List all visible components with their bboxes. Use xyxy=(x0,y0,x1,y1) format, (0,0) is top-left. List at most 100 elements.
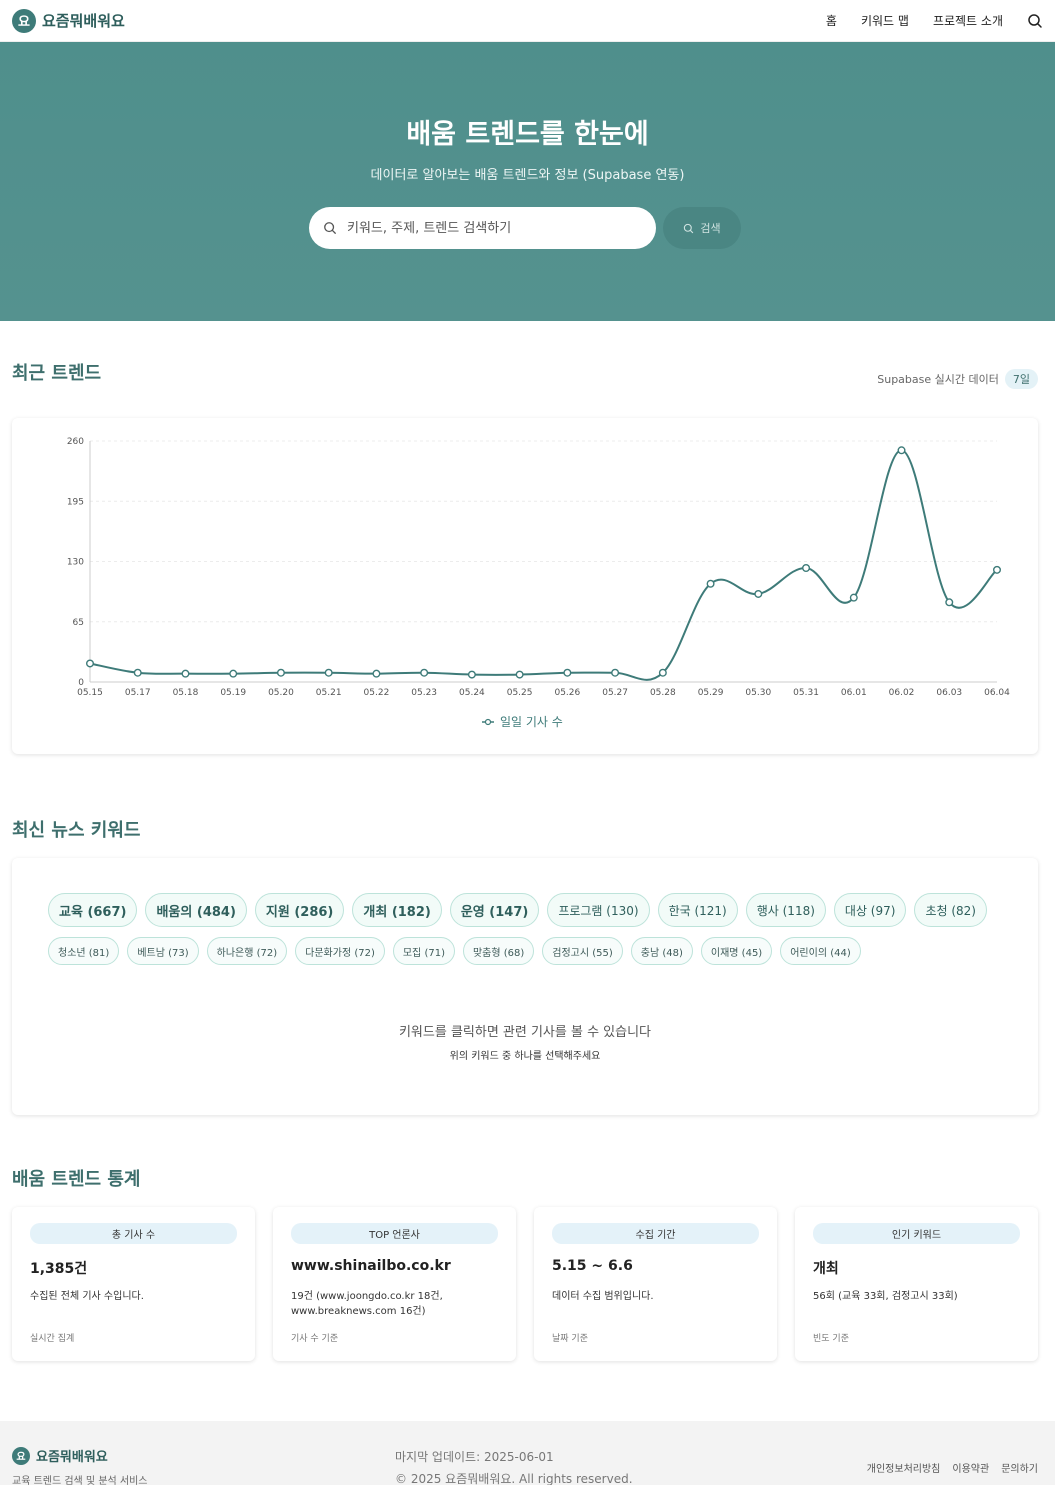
footer-brand-name: 요즘뭐배워요 xyxy=(36,1450,108,1465)
search-icon xyxy=(684,223,694,233)
trend-chart-card: 0 65 130 195 260 05.15 05.17 05.18 05.19 05.20 05.… xyxy=(12,418,1038,754)
stat-description: 19건 (www.joongdo.co.kr 18건, www.breaknew… xyxy=(291,1291,443,1317)
x-tick-label: 05.23 xyxy=(411,688,437,698)
trend-meta: Supabase 실시간 데이터 7일 xyxy=(877,369,1038,389)
data-point xyxy=(515,670,524,679)
data-point xyxy=(276,668,285,677)
data-point xyxy=(706,579,715,588)
y-tick-label: 65 xyxy=(73,618,84,628)
keyword-chip[interactable]: 다문화가정 (72) xyxy=(295,937,385,965)
footer: 요 요즘뭐배워요 교육 트렌드 검색 및 분석 서비스 마지막 업데이트: 20… xyxy=(0,1421,1055,1485)
keyword-chip[interactable]: 이재명 (45) xyxy=(700,937,773,965)
data-point xyxy=(133,668,142,677)
trend-section-title: 최근 트렌드 xyxy=(12,363,102,384)
footer-copyright: © 2025 요즘뭐배워요. All rights reserved. xyxy=(395,1472,633,1485)
nav-keyword-map-link[interactable]: 키워드 맵 xyxy=(861,12,909,29)
search-input[interactable] xyxy=(347,220,627,236)
x-tick-label: 05.26 xyxy=(554,688,580,698)
keyword-chip[interactable]: 충남 (48) xyxy=(630,937,693,965)
stat-label: 인기 키워드 xyxy=(813,1223,1020,1244)
stat-label: 수집 기간 xyxy=(552,1223,759,1244)
series-line xyxy=(89,449,998,681)
y-tick-label: 195 xyxy=(67,497,84,507)
data-point xyxy=(467,670,476,679)
legend-label: 일일 기사 수 xyxy=(500,715,563,729)
keyword-chip[interactable]: 개최 (182) xyxy=(352,893,442,927)
stat-label: 총 기사 수 xyxy=(30,1223,237,1244)
keyword-chip[interactable]: 베트남 (73) xyxy=(127,937,199,965)
stat-card-collection-period: 수집 기간 5.15 ~ 6.6 데이터 수집 범위입니다. 날짜 기준 xyxy=(534,1207,777,1361)
keyword-chip[interactable]: 어린이의 (44) xyxy=(780,937,861,965)
stat-label: TOP 언론사 xyxy=(291,1223,498,1244)
keyword-chip[interactable]: 프로그램 (130) xyxy=(547,893,650,927)
stat-value: 개최 xyxy=(813,1261,839,1277)
keyword-chip[interactable]: 운영 (147) xyxy=(449,893,540,927)
footer-brand[interactable]: 요 요즘뭐배워요 xyxy=(12,1446,108,1465)
stat-value: www.shinailbo.co.kr xyxy=(291,1258,451,1274)
keyword-chip[interactable]: 지원 (286) xyxy=(254,893,345,927)
data-point xyxy=(229,669,238,678)
data-point xyxy=(324,668,333,677)
keyword-chip[interactable]: 교육 (667) xyxy=(48,893,138,927)
keyword-chip[interactable]: 행사 (118) xyxy=(745,893,826,927)
x-tick-label: 06.01 xyxy=(841,688,867,698)
footer-logo-icon: 요 xyxy=(12,1446,30,1465)
search-button[interactable]: 검색 xyxy=(663,207,741,249)
brand-logo-icon: 요 xyxy=(12,8,36,33)
y-tick-label: 130 xyxy=(67,558,84,568)
keyword-chip[interactable]: 대상 (97) xyxy=(833,893,907,927)
x-tick-label: 05.22 xyxy=(364,688,390,698)
keyword-hint-main: 키워드를 클릭하면 관련 기사를 볼 수 있습니다 xyxy=(398,1025,652,1040)
x-tick-label: 05.30 xyxy=(745,688,771,698)
y-tick-label: 260 xyxy=(67,437,84,447)
footer-contact-link[interactable]: 문의하기 xyxy=(1001,1460,1038,1475)
keyword-chip[interactable]: 초청 (82) xyxy=(914,893,987,927)
data-point xyxy=(993,565,1002,574)
stat-footnote: 날짜 기준 xyxy=(552,1334,588,1344)
hero-banner: 배움 트렌드를 한눈에 데이터로 알아보는 배움 트렌드와 정보 (Supaba… xyxy=(0,42,1055,321)
brand-name: 요즘뭐배워요 xyxy=(42,12,125,30)
x-tick-label: 05.28 xyxy=(650,688,676,698)
data-point xyxy=(372,669,381,678)
data-point xyxy=(945,598,954,607)
keyword-row-secondary: 청소년 (81) 베트남 (73) 하나은행 (72) 다문화가정 (72) 모집 (7… xyxy=(48,937,861,965)
data-point xyxy=(85,659,94,668)
stat-card-top-publisher: TOP 언론사 www.shinailbo.co.kr 19건 (www.joo… xyxy=(273,1207,516,1361)
stat-value: 1,385건 xyxy=(30,1261,88,1277)
trend-period-badge[interactable]: 7일 xyxy=(1004,369,1038,389)
search-box xyxy=(309,207,656,249)
data-point xyxy=(611,668,620,677)
keyword-chip[interactable]: 모집 (71) xyxy=(392,937,455,965)
keyword-chip[interactable]: 청소년 (81) xyxy=(48,937,120,965)
data-point xyxy=(420,668,429,677)
stat-footnote: 실시간 집계 xyxy=(30,1334,75,1344)
data-point xyxy=(802,563,811,572)
stat-card-popular-keyword: 인기 키워드 개최 56회 (교육 33회, 검정고시 33회) 빈도 기준 xyxy=(795,1207,1038,1361)
hero-title: 배움 트렌드를 한눈에 xyxy=(406,119,649,150)
trend-line-chart: 0 65 130 195 260 05.15 05.17 05.18 05.19 05.20 05.… xyxy=(67,437,1010,729)
search-icon[interactable] xyxy=(1027,13,1043,29)
footer-privacy-link[interactable]: 개인정보처리방침 xyxy=(867,1460,941,1475)
legend-marker-point xyxy=(484,718,492,726)
keyword-chip[interactable]: 맞춤형 (68) xyxy=(462,937,535,965)
keyword-chip[interactable]: 배움의 (484) xyxy=(145,893,247,927)
search-button-label: 검색 xyxy=(700,222,721,235)
nav-project-intro-link[interactable]: 프로젝트 소개 xyxy=(933,12,1003,29)
nav-home-link[interactable]: 홈 xyxy=(826,12,837,29)
keyword-chip[interactable]: 검정고시 (55) xyxy=(542,937,623,965)
stat-description: 수집된 전체 기사 수입니다. xyxy=(30,1291,144,1302)
y-tick-label: 0 xyxy=(78,678,84,688)
data-point xyxy=(181,669,190,678)
footer-terms-link[interactable]: 이용약관 xyxy=(952,1460,989,1475)
brand[interactable]: 요 요즘뭐배워요 xyxy=(12,8,125,33)
x-tick-label: 06.04 xyxy=(984,688,1010,698)
x-tick-label: 05.24 xyxy=(459,688,485,698)
data-point xyxy=(897,446,906,455)
x-tick-label: 05.25 xyxy=(507,688,533,698)
footer-tagline: 교육 트렌드 검색 및 분석 서비스 xyxy=(12,1476,148,1485)
x-tick-label: 05.31 xyxy=(793,688,819,698)
keyword-chip[interactable]: 하나은행 (72) xyxy=(206,937,288,965)
keyword-chip[interactable]: 한국 (121) xyxy=(657,893,738,927)
data-point xyxy=(754,589,763,598)
x-tick-label: 05.19 xyxy=(220,688,246,698)
